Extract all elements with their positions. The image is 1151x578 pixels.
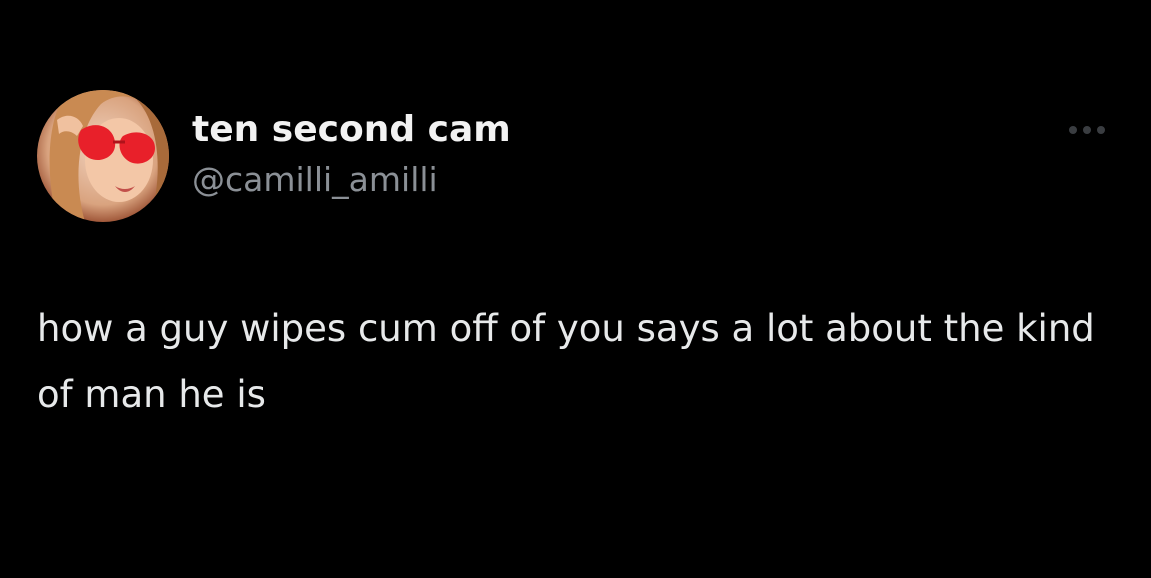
profile-photo-icon: [37, 90, 169, 222]
author-handle[interactable]: @camilli_amilli: [192, 158, 438, 202]
tweet-text: how a guy wipes cum off of you says a lo…: [37, 307, 1095, 416]
avatar[interactable]: [37, 90, 169, 222]
author-display-name[interactable]: ten second cam: [192, 106, 511, 154]
more-options-button[interactable]: [1062, 116, 1112, 144]
ellipsis-icon: [1069, 126, 1105, 134]
tweet-card: ten second cam @camilli_amilli how a guy…: [0, 0, 1151, 578]
